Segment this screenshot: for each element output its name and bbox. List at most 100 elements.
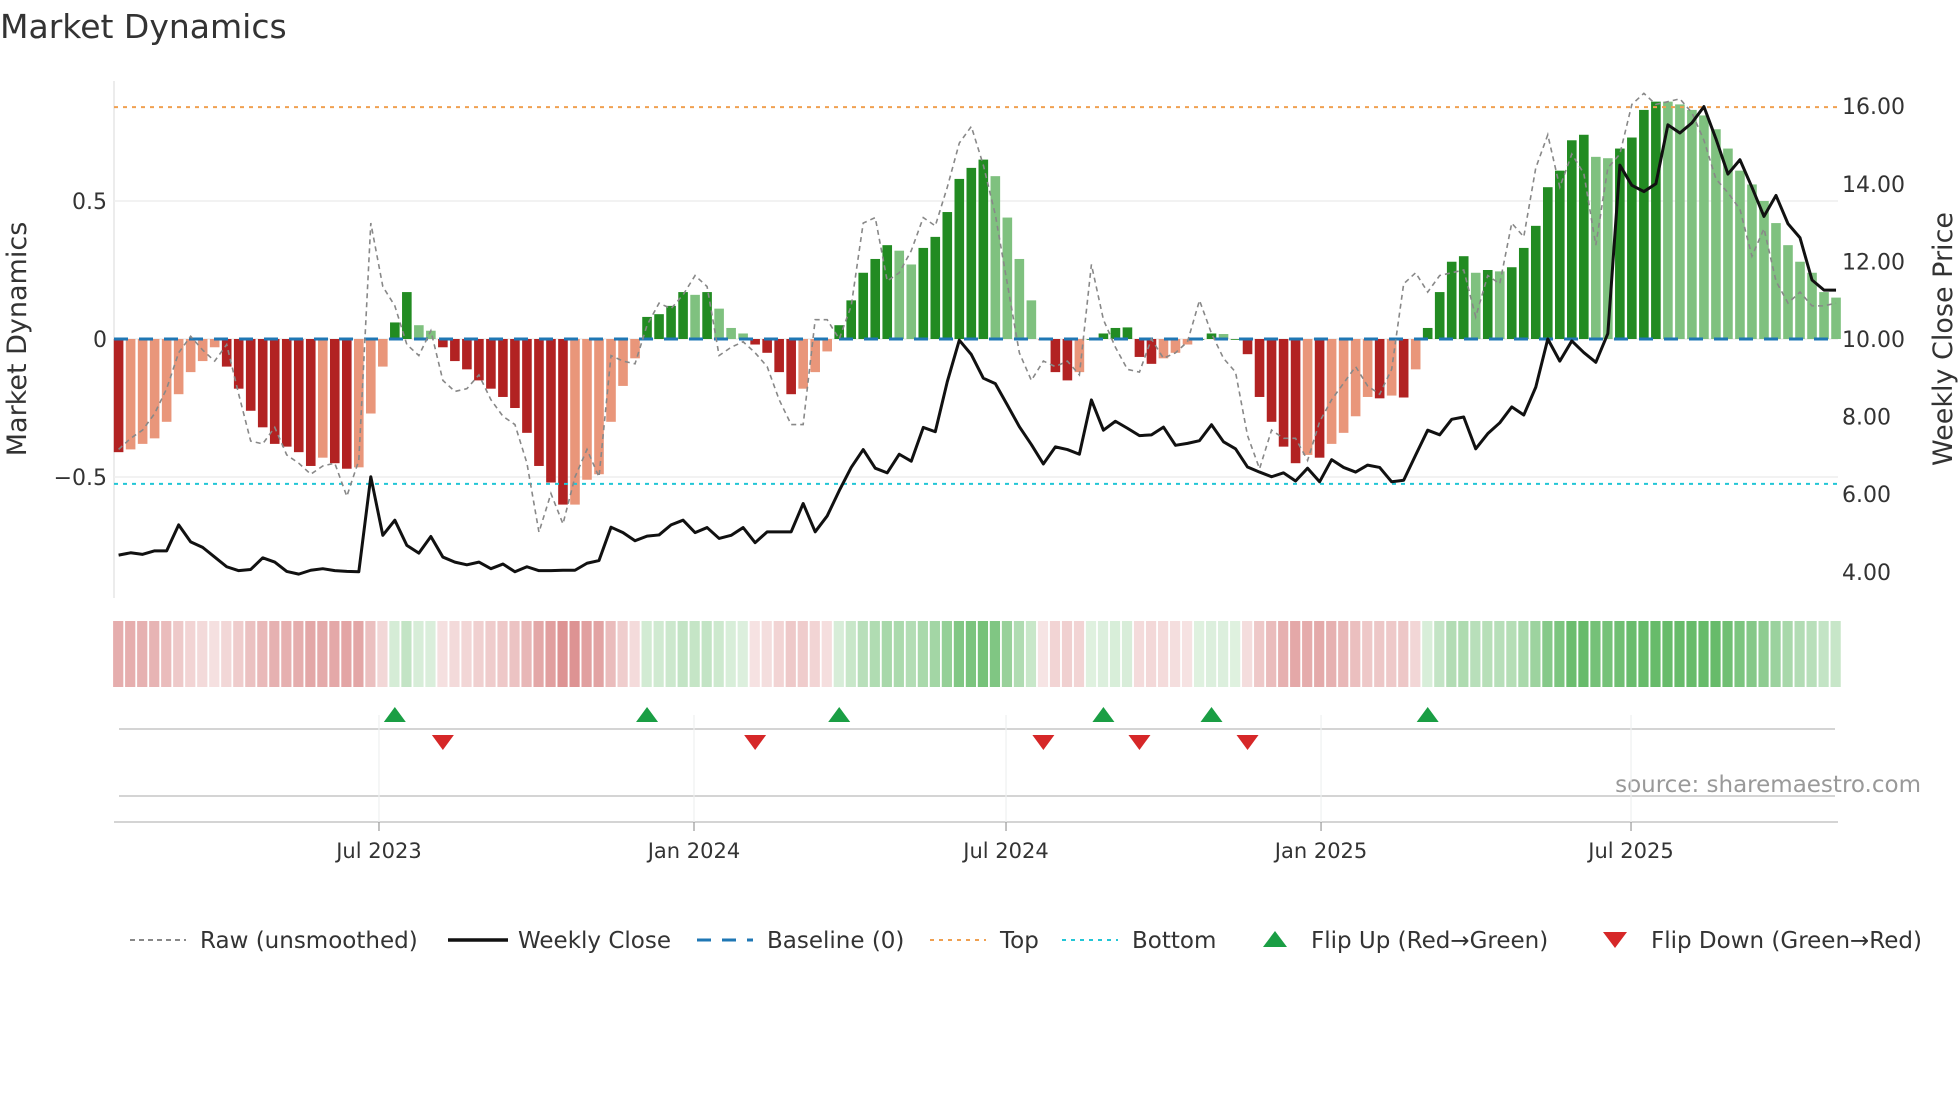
momentum-bar — [450, 339, 460, 362]
flip-down-marker — [744, 735, 767, 750]
heat-cell — [1049, 621, 1061, 687]
heat-cell — [893, 621, 904, 687]
heat-cell — [1290, 621, 1301, 687]
momentum-bar — [137, 339, 148, 444]
heat-cell — [677, 621, 688, 687]
momentum-bar — [714, 308, 724, 339]
heat-cell — [1614, 621, 1625, 687]
heat-cell — [1602, 621, 1613, 687]
legend-label: Top — [999, 928, 1039, 954]
heat-cell — [1650, 621, 1661, 687]
momentum-bar — [606, 339, 616, 422]
legend-item-up: Flip Up (Red→Green) — [1263, 928, 1548, 954]
momentum-bar — [1014, 258, 1025, 339]
momentum-bar — [858, 272, 869, 339]
momentum-bar — [1675, 104, 1685, 340]
heat-cell — [1470, 621, 1481, 687]
momentum-bar — [1567, 140, 1577, 339]
heat-cell — [929, 621, 940, 687]
heat-cell — [401, 621, 412, 687]
heat-cell — [1242, 621, 1253, 687]
momentum-bar — [1074, 339, 1085, 373]
legend-triangle-up-icon — [1263, 931, 1287, 947]
flip-up-marker — [1416, 707, 1439, 722]
momentum-bar — [185, 339, 196, 373]
heat-cell — [629, 621, 640, 687]
momentum-bar — [570, 339, 580, 505]
momentum-bar — [1783, 245, 1793, 339]
momentum-bar — [1302, 339, 1313, 455]
heat-cell — [1710, 621, 1721, 687]
heat-cell — [1109, 621, 1121, 687]
right-tick-label: 6.00 — [1842, 483, 1891, 508]
momentum-bar — [546, 339, 556, 483]
momentum-bar — [1579, 134, 1589, 339]
heat-cell — [521, 621, 532, 687]
momentum-bar — [366, 339, 376, 414]
heat-cell — [725, 621, 736, 687]
heat-cell — [1266, 621, 1277, 687]
heat-cell — [869, 621, 880, 687]
x-tick-label: Jan 2025 — [1273, 839, 1368, 863]
momentum-bar — [762, 339, 772, 353]
heat-cell — [845, 621, 856, 687]
heat-cell — [1097, 621, 1109, 687]
heat-cell — [545, 621, 556, 687]
momentum-bar — [113, 339, 124, 453]
heat-cell — [125, 621, 136, 687]
heat-cell — [533, 621, 544, 687]
heat-cell — [1073, 621, 1085, 687]
heat-cell — [977, 621, 989, 687]
momentum-bar — [1110, 327, 1121, 339]
right-tick-label: 10.00 — [1842, 328, 1905, 353]
heat-cell — [593, 621, 604, 687]
momentum-bar — [690, 294, 700, 339]
momentum-bar — [293, 339, 304, 453]
heat-cell — [473, 621, 484, 687]
heat-cell — [1458, 621, 1469, 687]
heat-cell — [785, 621, 796, 687]
heat-cell — [665, 621, 676, 687]
momentum-bar — [341, 339, 352, 469]
right-tick-label: 12.00 — [1842, 250, 1905, 275]
heat-cell — [269, 621, 280, 687]
momentum-bar — [594, 339, 604, 475]
heat-cell — [1121, 621, 1133, 687]
momentum-bar — [702, 292, 712, 339]
heat-cell — [1734, 621, 1745, 687]
x-tick-label: Jul 2024 — [961, 839, 1048, 863]
heat-cell — [497, 621, 508, 687]
heat-cell — [1722, 621, 1733, 687]
momentum-bar — [1591, 156, 1601, 339]
heat-cell — [701, 621, 712, 687]
heat-cell — [1530, 621, 1541, 687]
momentum-bar — [558, 339, 568, 505]
heat-cell — [833, 621, 844, 687]
legend-item-top: Top — [930, 928, 1039, 954]
legend-label: Flip Down (Green→Red) — [1651, 928, 1922, 954]
heat-cell — [389, 621, 400, 687]
heat-cell — [1314, 621, 1325, 687]
momentum-bar — [1639, 109, 1649, 339]
heat-cell — [1782, 621, 1793, 687]
momentum-bar — [173, 339, 184, 395]
heat-cell — [245, 621, 256, 687]
momentum-bar — [1603, 158, 1613, 339]
heat-cell — [1206, 621, 1217, 687]
momentum-bar — [233, 339, 244, 389]
heat-cell — [1254, 621, 1265, 687]
momentum-bar — [1278, 339, 1289, 447]
heat-cell — [1326, 621, 1337, 687]
heat-cell — [809, 621, 820, 687]
momentum-bar — [1158, 339, 1169, 359]
heat-cell — [953, 621, 964, 687]
heat-cell — [377, 621, 388, 687]
momentum-bar — [329, 339, 340, 464]
heat-cell — [353, 621, 364, 687]
heat-cell — [905, 621, 916, 687]
heat-cell — [653, 621, 664, 687]
heat-cell — [1061, 621, 1073, 687]
flip-down-marker — [1128, 735, 1151, 750]
flip-up-marker — [1092, 707, 1115, 722]
heat-cell — [1698, 621, 1709, 687]
